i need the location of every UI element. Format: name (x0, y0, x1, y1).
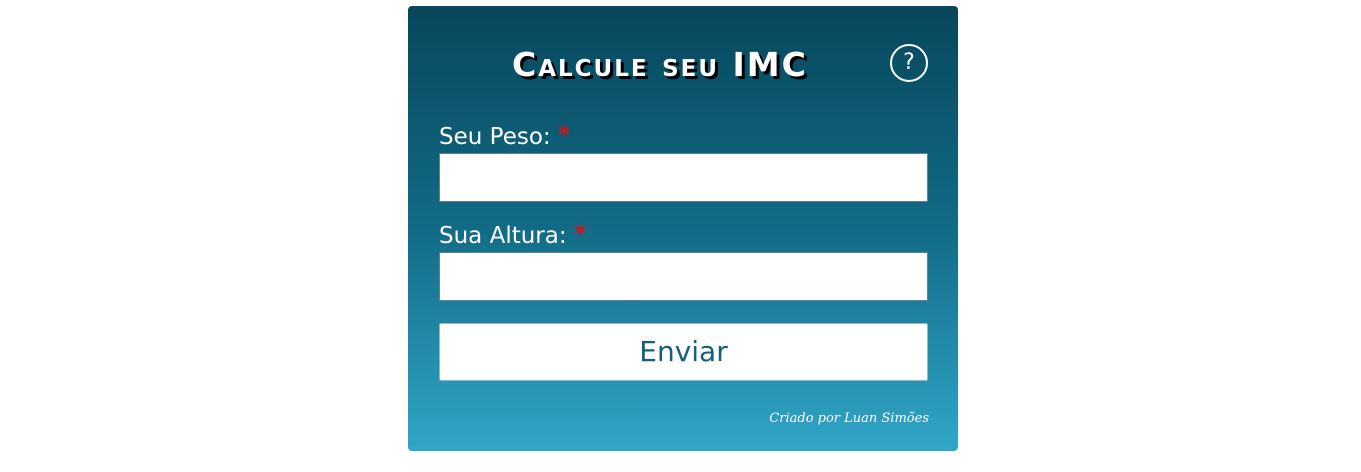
question-icon: ? (903, 50, 915, 75)
required-marker-weight: * (557, 121, 571, 151)
weight-label-text: Seu Peso: (439, 124, 551, 150)
author-credit: Criado por Luan Simões (769, 411, 929, 426)
weight-input[interactable] (439, 153, 928, 202)
page-title: Calcule seu IMC (512, 45, 808, 84)
height-field-label: Sua Altura: * (439, 221, 587, 250)
height-input[interactable] (439, 252, 928, 301)
help-button[interactable]: ? (890, 44, 928, 82)
required-marker-height: * (573, 220, 587, 250)
height-label-text: Sua Altura: (439, 223, 567, 249)
weight-field-label: Seu Peso: * (439, 122, 571, 151)
submit-button[interactable]: Enviar (439, 323, 928, 381)
imc-calculator-card: Calcule seu IMC ? Seu Peso: * Sua Altura:… (408, 6, 958, 451)
